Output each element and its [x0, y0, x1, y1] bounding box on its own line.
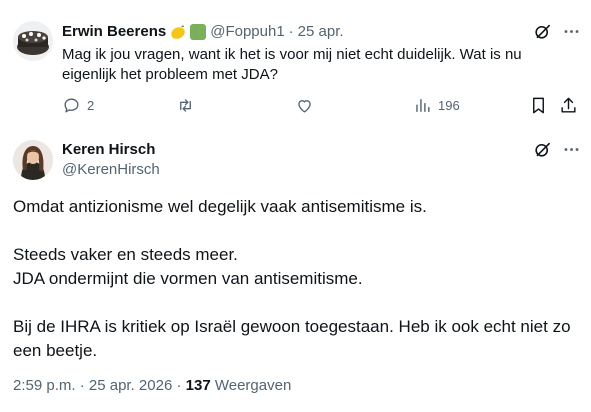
- bookmark-button[interactable]: [529, 96, 548, 115]
- action-bar: 2 196: [62, 96, 582, 116]
- tweet-header: Erwin Beerens @Foppuh1 · 25 apr.: [62, 22, 344, 42]
- more-icon[interactable]: [562, 140, 581, 159]
- tweet-date[interactable]: 25 apr. 2026: [89, 377, 172, 394]
- tweet-text-line: eigenlijk het probleem met JDA?: [62, 66, 278, 83]
- author-name[interactable]: Erwin Beerens: [62, 22, 166, 42]
- retweet-icon: [180, 99, 191, 112]
- tweet-line: Steeds vaker en steeds meer.: [13, 245, 238, 264]
- tweet-top-actions: [533, 22, 581, 41]
- separator: ·: [176, 377, 182, 394]
- views-icon: [416, 99, 430, 112]
- author-name[interactable]: Keren Hirsch: [62, 140, 155, 160]
- reply-icon: [64, 98, 79, 113]
- tweet-body: Omdat antizionisme wel degelijk vaak ant…: [13, 195, 578, 363]
- tweet-paragraph-group: Steeds vaker en steeds meer. JDA ondermi…: [13, 243, 578, 291]
- lemon-emoji-icon: [171, 25, 185, 39]
- separator: ·: [79, 377, 85, 394]
- reply-tweet[interactable]: Erwin Beerens @Foppuh1 · 25 apr. Mag ik …: [0, 0, 591, 128]
- share-icon: [561, 97, 576, 113]
- separator: ·: [288, 23, 294, 40]
- tweet-time[interactable]: 2:59 p.m.: [13, 377, 76, 394]
- avatar-image: [13, 21, 53, 61]
- views-label: Weergaven: [214, 377, 292, 394]
- grok-icon[interactable]: [533, 22, 552, 41]
- retweet-button[interactable]: [176, 96, 195, 115]
- bookmark-icon: [533, 97, 544, 114]
- main-tweet: Keren Hirsch @KerenHirsch Omdat antizion…: [0, 128, 591, 412]
- tweet-meta: 2:59 p.m. · 25 apr. 2026 · 137 Weergaven: [13, 376, 291, 396]
- avatar-image: [13, 140, 53, 180]
- tweet-top-actions: [533, 140, 581, 159]
- views-count: 196: [438, 98, 460, 113]
- avatar[interactable]: [13, 140, 53, 180]
- tweet-text: Mag ik jou vragen, want ik het is voor m…: [62, 45, 562, 85]
- green-square-emoji-icon: [190, 24, 207, 40]
- tweet-line: JDA ondermijnt die vormen van antisemiti…: [13, 269, 363, 288]
- tweet-text-line: Mag ik jou vragen, want ik het is voor m…: [62, 46, 522, 63]
- grok-icon[interactable]: [533, 140, 552, 159]
- tweet-paragraph: Bij de IHRA is kritiek op Israël gewoon …: [13, 317, 571, 360]
- reply-count: 2: [87, 98, 95, 113]
- views-button[interactable]: 196: [413, 96, 460, 115]
- views-count: 137: [185, 377, 211, 394]
- tweet-paragraph: Omdat antizionisme wel degelijk vaak ant…: [13, 197, 427, 216]
- author-handle[interactable]: @Foppuh1: [210, 22, 284, 42]
- tweet-date[interactable]: 25 apr.: [298, 22, 344, 42]
- like-button[interactable]: [295, 96, 314, 115]
- share-button[interactable]: [559, 96, 578, 115]
- like-icon: [298, 100, 311, 113]
- avatar[interactable]: [13, 21, 53, 61]
- reply-button[interactable]: 2: [62, 96, 94, 115]
- more-icon[interactable]: [562, 22, 581, 41]
- author-handle[interactable]: @KerenHirsch: [62, 160, 160, 180]
